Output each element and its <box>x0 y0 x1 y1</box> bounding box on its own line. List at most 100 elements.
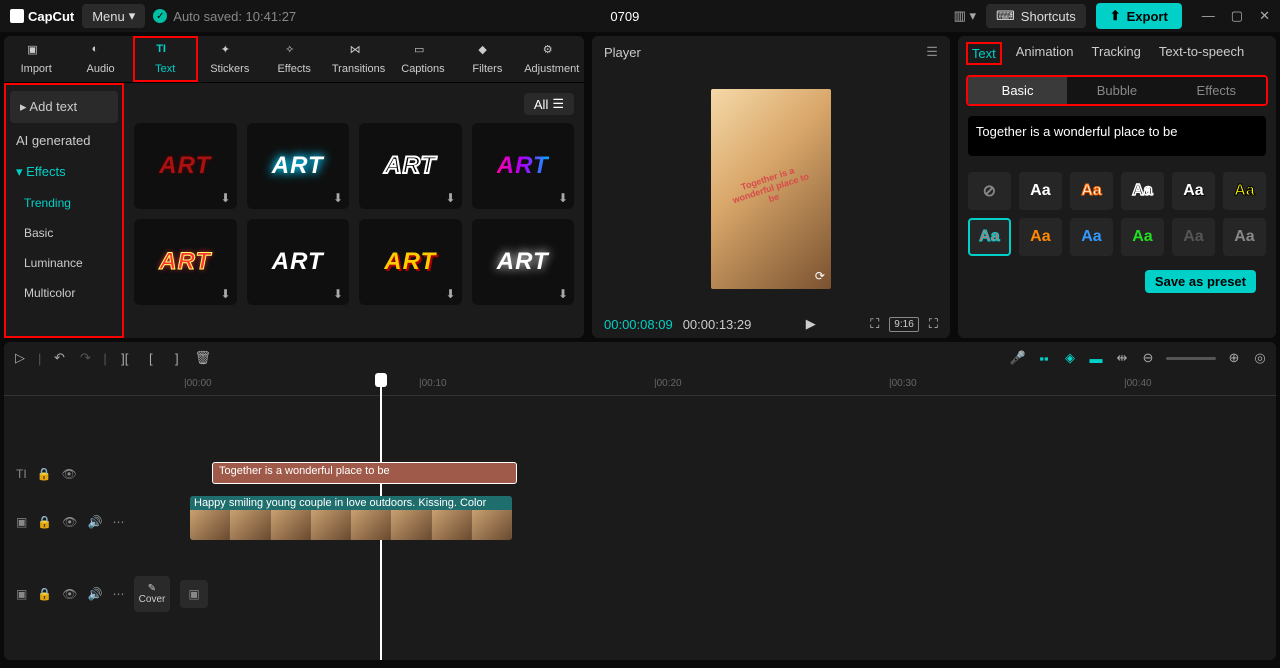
delete-button[interactable]: 🗑 <box>195 350 211 366</box>
cover-button[interactable]: ✎Cover <box>134 576 170 612</box>
tab-import[interactable]: ▣Import <box>4 36 68 82</box>
split-right[interactable]: ​] <box>169 350 185 366</box>
text-preset-3[interactable]: ART⬇ <box>359 123 462 209</box>
sidebar-luminance[interactable]: Luminance <box>6 248 122 278</box>
sidebar-add-text[interactable]: ▸ Add text <box>10 91 118 123</box>
style-7[interactable]: Aa <box>1019 218 1062 256</box>
rtab-tts[interactable]: Text-to-speech <box>1159 44 1244 63</box>
zoom-out[interactable]: ⊖ <box>1140 350 1156 366</box>
track-lock[interactable]: 🔒 <box>37 515 52 529</box>
track-more[interactable]: ⋯ <box>112 587 124 601</box>
align-icon[interactable]: ⇹ <box>1114 350 1130 366</box>
timeline-text-clip[interactable]: Together is a wonderful place to be <box>212 462 517 484</box>
redo-button[interactable]: ↷ <box>77 350 93 366</box>
sidebar-trending[interactable]: Trending <box>6 188 122 218</box>
text-preset-5[interactable]: ART⬇ <box>134 219 237 305</box>
style-11[interactable]: Aa <box>1223 218 1266 256</box>
style-3[interactable]: Aa <box>1121 172 1164 210</box>
tab-adjustment[interactable]: ⚙Adjustment <box>520 36 584 82</box>
download-icon[interactable]: ⬇ <box>558 287 568 301</box>
text-content-input[interactable]: Together is a wonderful place to be <box>968 116 1266 156</box>
track-mute[interactable]: 🔊 <box>88 587 103 601</box>
style-6[interactable]: Aa <box>968 218 1011 256</box>
track-visible[interactable]: 👁 <box>62 467 77 481</box>
snap-1[interactable]: ▪▪ <box>1036 350 1052 366</box>
download-icon[interactable]: ⬇ <box>445 191 455 205</box>
sidebar-basic[interactable]: Basic <box>6 218 122 248</box>
play-button[interactable]: ▶ <box>806 316 816 332</box>
track-more[interactable]: ⋯ <box>112 515 124 529</box>
tab-text[interactable]: TIText <box>133 36 198 82</box>
subtab-basic[interactable]: Basic <box>968 77 1067 104</box>
text-preset-2[interactable]: ART⬇ <box>247 123 350 209</box>
tab-filters[interactable]: ◆Filters <box>455 36 519 82</box>
tab-stickers[interactable]: ✦Stickers <box>198 36 262 82</box>
tab-effects[interactable]: ✧Effects <box>262 36 326 82</box>
download-icon[interactable]: ⬇ <box>220 191 230 205</box>
text-preset-1[interactable]: ART⬇ <box>134 123 237 209</box>
tab-captions[interactable]: ▭Captions <box>391 36 455 82</box>
save-preset-button[interactable]: Save as preset <box>1145 270 1256 293</box>
download-icon[interactable]: ⬇ <box>333 287 343 301</box>
snap-3[interactable]: ▬ <box>1088 350 1104 366</box>
scale-icon[interactable]: ⛶ <box>870 316 879 332</box>
add-clip-icon[interactable]: ▣ <box>180 580 208 608</box>
zoom-in[interactable]: ⊕ <box>1226 350 1242 366</box>
style-8[interactable]: Aa <box>1070 218 1113 256</box>
style-1[interactable]: Aa <box>1019 172 1062 210</box>
sidebar-effects[interactable]: ▾ Effects <box>6 156 122 188</box>
minimize-icon[interactable]: — <box>1202 8 1215 24</box>
zoom-slider[interactable] <box>1166 357 1216 360</box>
track-lock[interactable]: 🔒 <box>37 467 52 481</box>
tab-audio[interactable]: ◐Audio <box>68 36 132 82</box>
pointer-tool[interactable]: ▷ <box>12 350 28 366</box>
style-9[interactable]: Aa <box>1121 218 1164 256</box>
sidebar-multicolor[interactable]: Multicolor <box>6 278 122 308</box>
text-preset-4[interactable]: ART⬇ <box>472 123 575 209</box>
timeline-video-clip[interactable]: Happy smiling young couple in love outdo… <box>190 496 512 540</box>
rtab-animation[interactable]: Animation <box>1016 44 1074 63</box>
style-none[interactable]: ⊘ <box>968 172 1011 210</box>
style-2[interactable]: Aa <box>1070 172 1113 210</box>
track-mute[interactable]: 🔊 <box>88 515 103 529</box>
text-preset-7[interactable]: ART⬇ <box>359 219 462 305</box>
shortcuts-button[interactable]: ⌨Shortcuts <box>986 4 1086 28</box>
export-button[interactable]: ⬆Export <box>1096 3 1182 29</box>
close-icon[interactable]: ✕ <box>1259 8 1270 24</box>
player-menu-icon[interactable]: ☰ <box>926 44 938 60</box>
maximize-icon[interactable]: ▢ <box>1231 8 1243 24</box>
track-visible[interactable]: 👁 <box>62 587 77 601</box>
text-preset-6[interactable]: ART⬇ <box>247 219 350 305</box>
download-icon[interactable]: ⬇ <box>445 287 455 301</box>
track-visible[interactable]: 👁 <box>62 515 77 529</box>
text-preset-8[interactable]: ART⬇ <box>472 219 575 305</box>
filter-all[interactable]: All ☰ <box>524 93 574 115</box>
timeline-ruler[interactable]: |00:00 |00:10 |00:20 |00:30 |00:40 <box>4 374 1276 396</box>
subtab-bubble[interactable]: Bubble <box>1067 77 1166 104</box>
fullscreen-icon[interactable]: ⛶ <box>929 316 938 332</box>
player-viewport[interactable]: Together is awonderful place tobe ⟳ <box>592 68 950 310</box>
tab-transitions[interactable]: ⋈Transitions <box>326 36 390 82</box>
style-10[interactable]: Aa <box>1172 218 1215 256</box>
subtab-effects[interactable]: Effects <box>1167 77 1266 104</box>
refresh-icon[interactable]: ⟳ <box>815 269 825 283</box>
fit-icon[interactable]: ◎ <box>1252 350 1268 366</box>
style-4[interactable]: Aa <box>1172 172 1215 210</box>
style-5[interactable]: Aa <box>1223 172 1266 210</box>
mic-icon[interactable]: 🎤 <box>1010 350 1026 366</box>
aspect-ratio[interactable]: 9:16 <box>889 317 918 332</box>
undo-button[interactable]: ↶ <box>51 350 67 366</box>
rtab-text[interactable]: Text <box>966 42 1002 65</box>
menu-button[interactable]: Menu▾ <box>82 4 145 28</box>
split-tool[interactable]: ]​[ <box>117 350 133 366</box>
layout-icon[interactable]: ▥ ▾ <box>954 8 976 24</box>
split-left[interactable]: [​ <box>143 350 159 366</box>
download-icon[interactable]: ⬇ <box>558 191 568 205</box>
sidebar-ai-generated[interactable]: AI generated <box>6 125 122 156</box>
download-icon[interactable]: ⬇ <box>220 287 230 301</box>
snap-2[interactable]: ◈ <box>1062 350 1078 366</box>
canvas-text-overlay[interactable]: Together is awonderful place tobe <box>729 163 814 216</box>
download-icon[interactable]: ⬇ <box>333 191 343 205</box>
rtab-tracking[interactable]: Tracking <box>1092 44 1141 63</box>
track-lock[interactable]: 🔒 <box>37 587 52 601</box>
